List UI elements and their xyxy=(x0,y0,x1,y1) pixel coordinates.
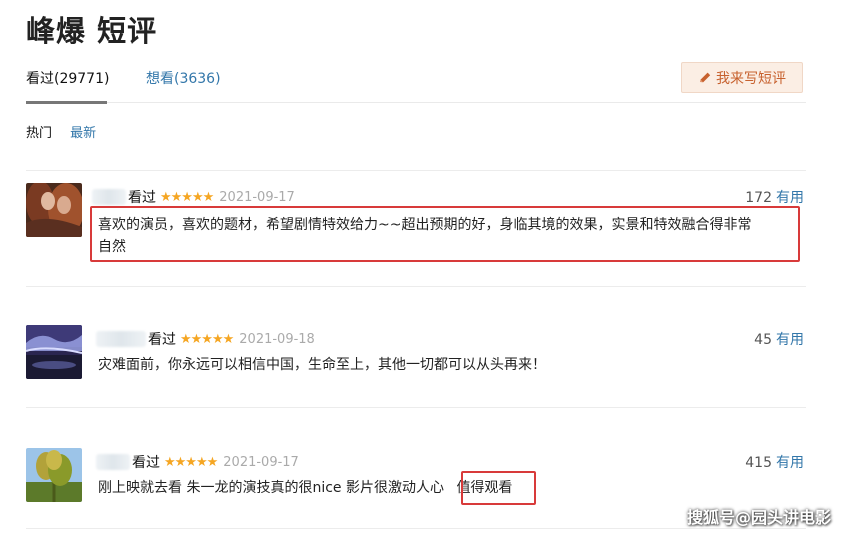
divider xyxy=(26,286,806,287)
useful-button[interactable]: 有用 xyxy=(776,455,804,471)
review-comment: 刚上映就去看 朱一龙的演技真的很nice 影片很激动人心 值得观看 xyxy=(98,477,798,499)
watched-label: 看过 xyxy=(132,455,160,471)
username-blurred[interactable] xyxy=(96,454,130,470)
useful-button[interactable]: 有用 xyxy=(776,332,804,348)
review-meta: 看过 ★★★★★ 2021-09-18 xyxy=(96,329,315,349)
vote-count: 172 xyxy=(745,190,772,206)
write-review-label: 我来写短评 xyxy=(716,70,786,87)
username-blurred[interactable] xyxy=(96,331,146,347)
watched-label: 看过 xyxy=(148,332,176,348)
review-item: 看过 ★★★★★ 2021-09-18 45 有用 灾难面前，你永远可以相信中国，… xyxy=(26,325,806,385)
username-blurred[interactable] xyxy=(92,189,126,205)
review-date: 2021-09-17 xyxy=(223,454,299,470)
pencil-icon xyxy=(698,71,712,85)
sort-options: 热门 最新 xyxy=(26,122,96,141)
watched-label: 看过 xyxy=(128,190,156,206)
star-rating: ★★★★★ xyxy=(160,189,214,205)
review-item: 看过 ★★★★★ 2021-09-17 415 有用 刚上映就去看 朱一龙的演技真… xyxy=(26,448,806,508)
review-meta: 看过 ★★★★★ 2021-09-17 xyxy=(92,187,295,207)
comment-line: 灾难面前，你永远可以相信中国，生命至上，其他一切都可以从头再来！ xyxy=(98,357,546,373)
divider xyxy=(26,170,806,171)
review-date: 2021-09-18 xyxy=(239,331,315,347)
tab-want-to-watch[interactable]: 想看(3636) xyxy=(146,68,221,88)
vote-count: 415 xyxy=(745,455,772,471)
avatar[interactable] xyxy=(26,183,82,237)
useful-button[interactable]: 有用 xyxy=(776,190,804,206)
active-tab-indicator xyxy=(26,101,107,104)
star-rating: ★★★★★ xyxy=(164,454,218,470)
vote-count: 45 xyxy=(754,332,772,348)
useful-votes: 172 有用 xyxy=(745,187,804,207)
page-title: 峰爆 短评 xyxy=(26,14,158,48)
sort-newest[interactable]: 最新 xyxy=(70,126,96,141)
highlight-box xyxy=(90,206,800,262)
useful-votes: 415 有用 xyxy=(745,452,804,472)
write-review-button[interactable]: 我来写短评 xyxy=(681,62,803,93)
avatar[interactable] xyxy=(26,325,82,379)
avatar[interactable] xyxy=(26,448,82,502)
comment-line: 刚上映就去看 朱一龙的演技真的很nice 影片很激动人心 xyxy=(98,480,444,496)
useful-votes: 45 有用 xyxy=(754,329,804,349)
review-meta: 看过 ★★★★★ 2021-09-17 xyxy=(96,452,299,472)
star-rating: ★★★★★ xyxy=(180,331,234,347)
review-date: 2021-09-17 xyxy=(219,189,295,205)
divider xyxy=(26,407,806,408)
highlight-box xyxy=(461,471,536,505)
sort-hot[interactable]: 热门 xyxy=(26,126,52,141)
review-comment: 灾难面前，你永远可以相信中国，生命至上，其他一切都可以从头再来！ xyxy=(98,354,798,376)
tab-watched[interactable]: 看过(29771) xyxy=(26,68,109,88)
watermark: 搜狐号@园头讲电影 xyxy=(686,508,831,527)
divider xyxy=(26,528,806,529)
